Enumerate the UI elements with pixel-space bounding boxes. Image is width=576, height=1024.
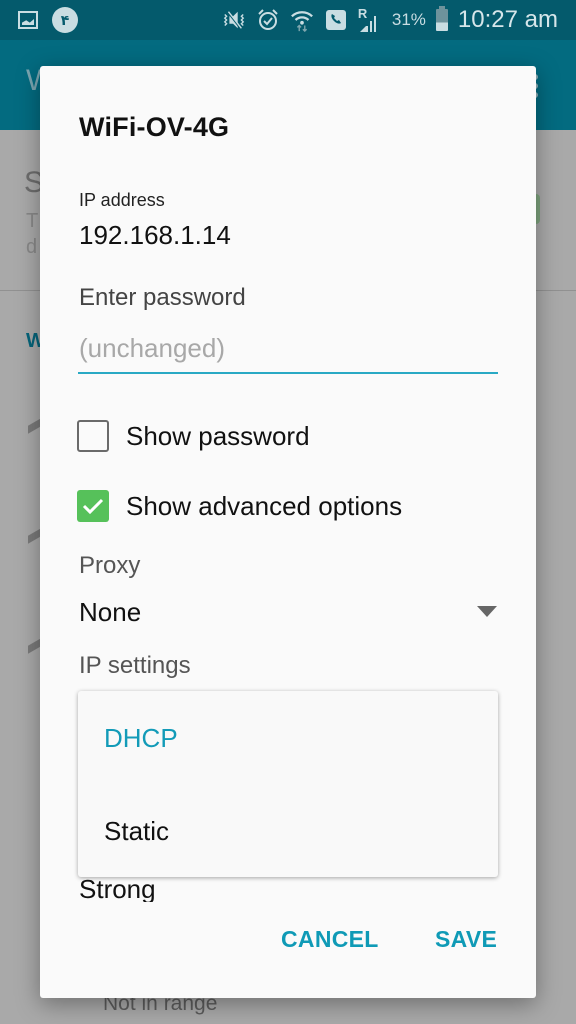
battery-icon — [435, 6, 448, 31]
wifi-section-description: T d — [26, 210, 39, 258]
password-label: Enter password — [79, 284, 246, 311]
cancel-button[interactable]: CANCEL — [281, 926, 379, 953]
ip-address-label: IP address — [79, 190, 165, 210]
proxy-label: Proxy — [79, 552, 141, 579]
dialog-title: WiFi-OV-4G — [79, 112, 230, 142]
dropdown-arrow-icon — [477, 606, 497, 617]
ip-settings-label: IP settings — [79, 652, 191, 679]
show-password-label: Show password — [126, 420, 310, 451]
show-password-checkbox[interactable]: Show password — [77, 420, 310, 452]
roaming-label: R — [357, 6, 368, 21]
battery-percent: 31% — [391, 10, 426, 29]
checkbox-unchecked-icon[interactable] — [77, 420, 109, 452]
notification-f-icon: ۴ — [52, 7, 78, 33]
save-button[interactable]: SAVE — [435, 926, 497, 953]
gallery-icon — [18, 11, 38, 29]
ip-address-value: 192.168.1.14 — [79, 220, 231, 250]
proxy-value: None — [79, 596, 142, 627]
show-advanced-options-checkbox[interactable]: Show advanced options — [77, 490, 402, 522]
checkbox-checked-icon[interactable] — [77, 490, 109, 522]
show-advanced-options-label: Show advanced options — [126, 490, 403, 521]
wifi-icon — [290, 8, 314, 32]
wifi-network-dialog: WiFi-OV-4G IP address 192.168.1.14 Enter… — [40, 66, 536, 998]
status-bar: ۴ R 31% 10:27 am — [0, 0, 576, 40]
proxy-dropdown[interactable]: None — [79, 592, 499, 632]
signal-roaming-icon: R — [357, 6, 382, 32]
ip-settings-dropdown-menu: DHCP Static — [78, 691, 498, 877]
clock: 10:27 am — [457, 6, 558, 33]
alarm-icon — [256, 8, 280, 32]
ip-settings-option-static[interactable]: Static — [104, 816, 169, 847]
signal-strength-value: Strong — [79, 874, 156, 902]
password-input[interactable] — [78, 324, 498, 374]
mute-vibrate-icon — [222, 8, 246, 32]
call-icon — [324, 8, 348, 32]
ip-settings-option-dhcp[interactable]: DHCP — [104, 723, 178, 754]
